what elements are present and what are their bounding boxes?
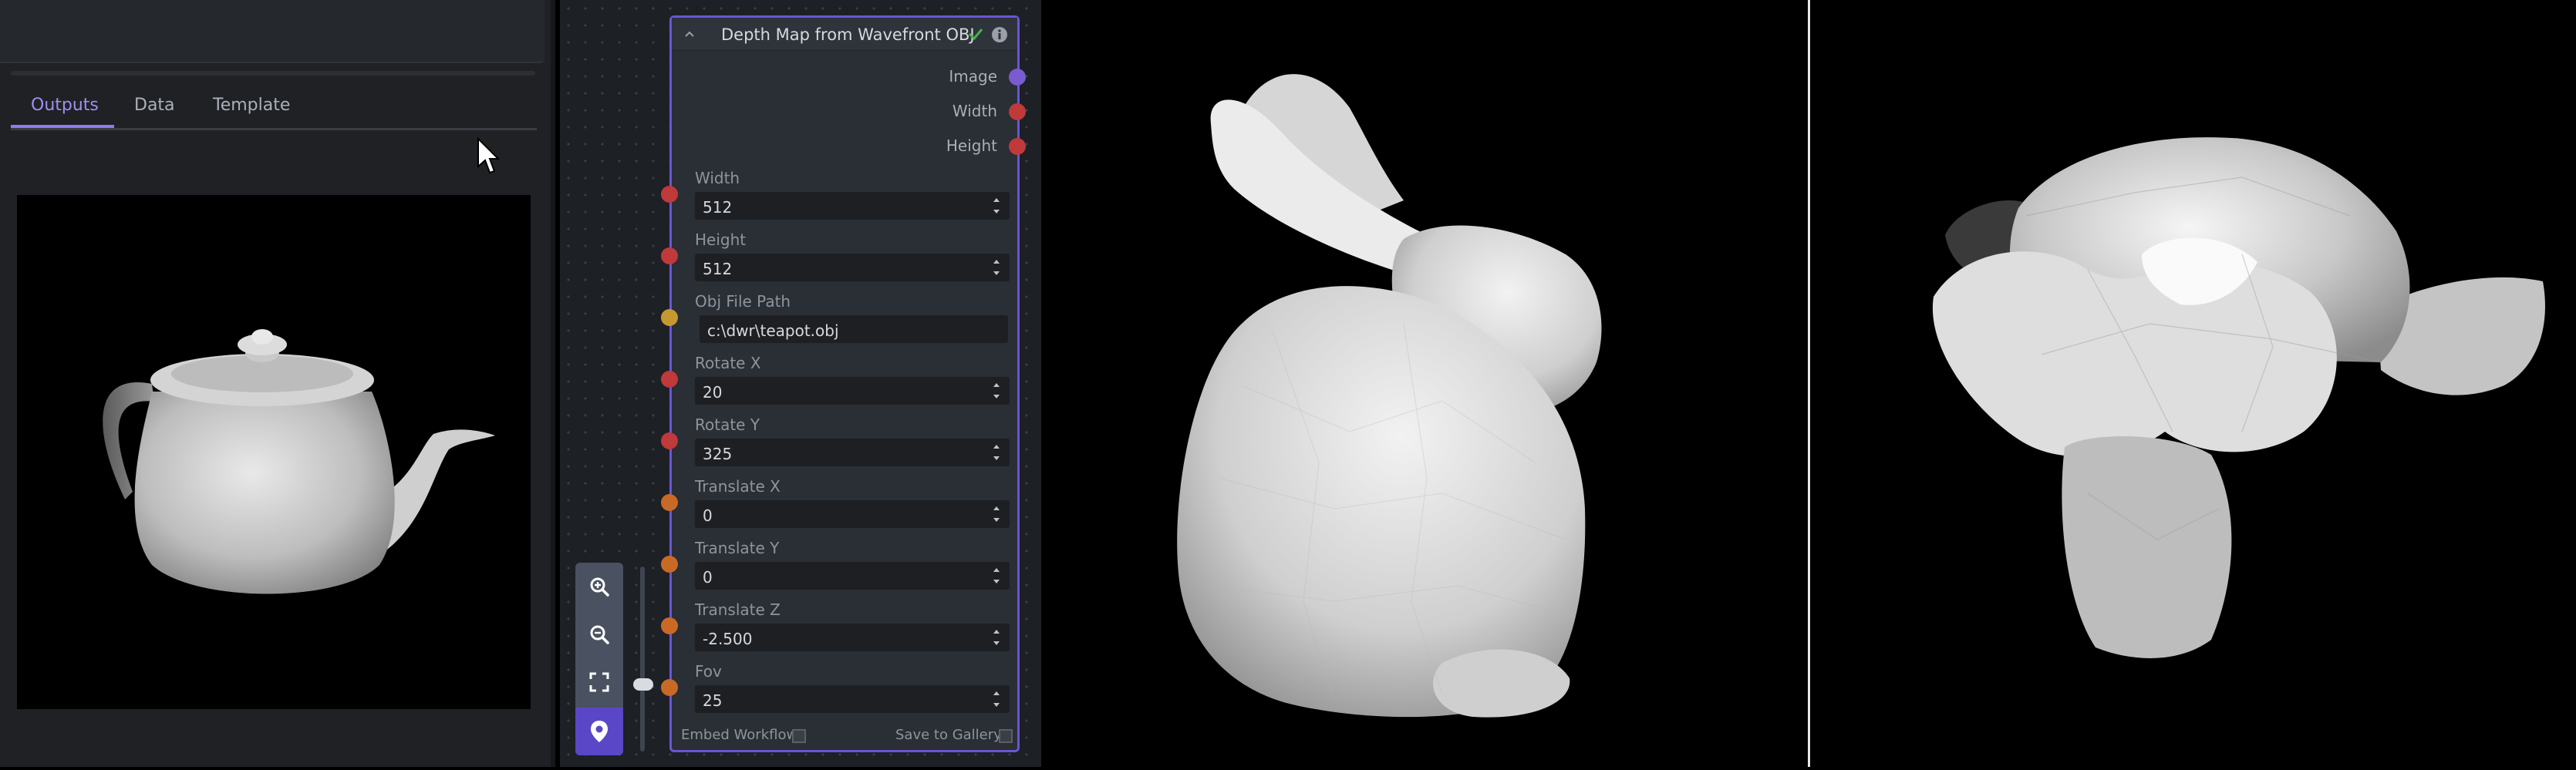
check-icon bbox=[968, 29, 983, 41]
save-to-gallery-label: Save to Gallery bbox=[895, 727, 1002, 743]
rotate-x-input[interactable]: 20 bbox=[695, 377, 1010, 405]
stepper-icon[interactable] bbox=[991, 256, 1002, 279]
monkey-depth-map bbox=[1810, 0, 2576, 767]
translate-y-value: 0 bbox=[703, 568, 713, 587]
monkey-render bbox=[1932, 137, 2545, 658]
active-tab-indicator bbox=[11, 125, 114, 128]
output-image-port[interactable] bbox=[1009, 69, 1026, 86]
panel-divider bbox=[11, 71, 535, 76]
zoom-out-button[interactable] bbox=[575, 610, 623, 658]
input-port-translate-x[interactable] bbox=[661, 494, 678, 511]
node-title: Depth Map from Wavefront OBJ bbox=[721, 25, 975, 44]
input-port-translate-z[interactable] bbox=[661, 617, 678, 634]
top-card bbox=[0, 0, 545, 63]
field-label-height: Height bbox=[695, 230, 747, 249]
fov-value: 25 bbox=[703, 691, 723, 710]
stepper-icon[interactable] bbox=[991, 194, 1002, 217]
obj-path-input[interactable]: c:\dwr\teapot.obj bbox=[700, 315, 1008, 343]
obj-path-value: c:\dwr\teapot.obj bbox=[707, 321, 839, 340]
output-height-label: Height bbox=[946, 136, 997, 155]
height-input[interactable]: 512 bbox=[695, 254, 1010, 281]
tab-template[interactable]: Template bbox=[213, 96, 290, 115]
output-width-port[interactable] bbox=[1009, 103, 1026, 120]
translate-y-input[interactable]: 0 bbox=[695, 562, 1010, 590]
zoom-slider-track[interactable] bbox=[640, 567, 645, 752]
fit-view-button[interactable] bbox=[575, 658, 623, 706]
tab-data[interactable]: Data bbox=[134, 96, 175, 115]
field-label-width: Width bbox=[695, 169, 740, 187]
output-height-port[interactable] bbox=[1009, 138, 1026, 155]
rotate-y-input[interactable]: 325 bbox=[695, 439, 1010, 466]
collapse-chevron-icon[interactable] bbox=[684, 30, 695, 38]
locate-icon bbox=[591, 721, 608, 742]
field-label-obj-path: Obj File Path bbox=[695, 292, 791, 311]
canvas-toolbar bbox=[575, 563, 623, 755]
output-image-label: Image bbox=[949, 67, 997, 86]
input-port-obj-path[interactable] bbox=[661, 309, 678, 326]
translate-z-value: -2.500 bbox=[703, 630, 753, 648]
field-label-fov: Fov bbox=[695, 662, 722, 681]
output-width-label: Width bbox=[952, 102, 997, 120]
input-port-height[interactable] bbox=[661, 247, 678, 264]
bunny-depth-map bbox=[1041, 0, 1808, 767]
node-header[interactable]: Depth Map from Wavefront OBJ bbox=[672, 18, 1017, 51]
field-label-translate-x: Translate X bbox=[695, 477, 781, 496]
height-value: 512 bbox=[703, 260, 733, 278]
zoom-slider-handle[interactable] bbox=[633, 678, 653, 691]
input-port-width[interactable] bbox=[661, 186, 678, 203]
translate-x-value: 0 bbox=[703, 506, 713, 525]
stepper-icon[interactable] bbox=[991, 503, 1002, 526]
save-to-gallery-checkbox[interactable] bbox=[999, 729, 1013, 743]
left-panel: Outputs Data Template bbox=[0, 0, 555, 767]
width-input[interactable]: 512 bbox=[695, 192, 1010, 220]
input-port-translate-y[interactable] bbox=[661, 556, 678, 573]
embed-workflow-label: Embed Workflow bbox=[681, 727, 798, 743]
bunny-render bbox=[1177, 74, 1602, 718]
input-port-rotate-y[interactable] bbox=[661, 432, 678, 449]
field-label-rotate-x: Rotate X bbox=[695, 354, 761, 372]
width-value: 512 bbox=[703, 198, 733, 217]
input-port-fov[interactable] bbox=[661, 679, 678, 696]
tab-outputs[interactable]: Outputs bbox=[31, 96, 99, 115]
field-label-translate-z: Translate Z bbox=[695, 600, 781, 619]
stepper-icon[interactable] bbox=[991, 626, 1002, 649]
field-label-translate-y: Translate Y bbox=[695, 539, 780, 557]
stepper-icon[interactable] bbox=[991, 688, 1002, 711]
stepper-icon[interactable] bbox=[991, 564, 1002, 587]
fit-view-icon bbox=[589, 672, 609, 692]
fov-input[interactable]: 25 bbox=[695, 685, 1010, 713]
zoom-in-button[interactable] bbox=[575, 563, 623, 610]
field-label-rotate-y: Rotate Y bbox=[695, 415, 760, 434]
output-preview-image bbox=[17, 195, 531, 709]
tab-bar: Outputs Data Template bbox=[11, 86, 537, 130]
rotate-x-value: 20 bbox=[703, 383, 723, 402]
stepper-icon[interactable] bbox=[991, 441, 1002, 464]
mouse-cursor-icon bbox=[477, 137, 500, 174]
teapot-render bbox=[103, 329, 495, 594]
stepper-icon[interactable] bbox=[991, 379, 1002, 402]
translate-x-input[interactable]: 0 bbox=[695, 500, 1010, 528]
zoom-in-icon bbox=[590, 577, 609, 597]
zoom-out-icon bbox=[590, 625, 609, 644]
locate-button[interactable] bbox=[575, 708, 623, 755]
input-port-rotate-x[interactable] bbox=[661, 371, 678, 388]
embed-workflow-checkbox[interactable] bbox=[792, 729, 806, 743]
info-icon[interactable] bbox=[991, 26, 1008, 43]
translate-z-input[interactable]: -2.500 bbox=[695, 624, 1010, 651]
rotate-y-value: 325 bbox=[703, 445, 733, 463]
depth-map-node[interactable]: Depth Map from Wavefront OBJ Image Width… bbox=[661, 15, 1026, 752]
